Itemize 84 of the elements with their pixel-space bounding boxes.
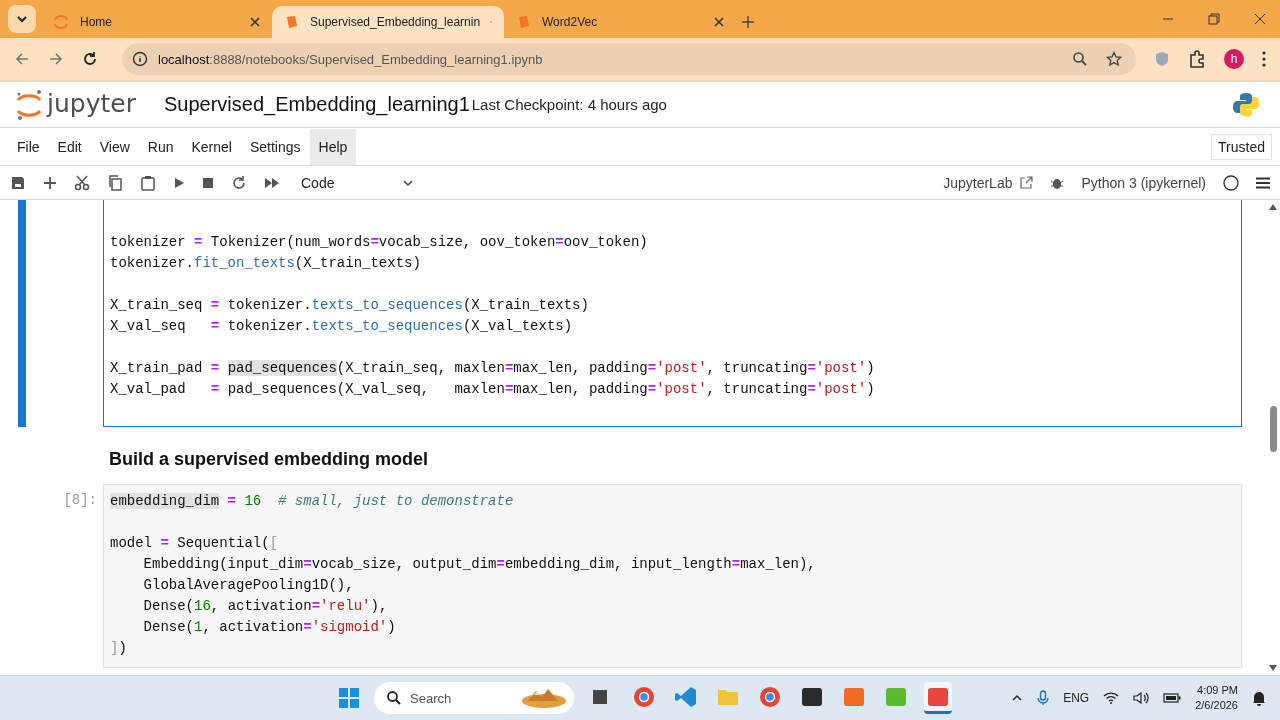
code-line: X_val_seq = tokenizer.texts_to_sequences(X_val_texts) [110,317,574,336]
clock-time[interactable]: 4:09 PM [1197,683,1238,698]
scrollbar-thumb[interactable] [1269,406,1277,452]
tab-list-button[interactable] [8,5,36,33]
jupyterlab-link[interactable]: JupyterLab [943,174,1013,191]
trusted-button[interactable]: Trusted [1211,133,1272,160]
back-icon[interactable] [14,51,30,67]
app-icon [632,684,656,709]
tab-title: Home [80,15,113,29]
zoom-icon[interactable] [1072,51,1088,67]
scroll-down-icon[interactable] [1269,665,1277,671]
menu-item[interactable]: Kernel [182,128,241,165]
code-line: GlobalAveragePooling1D(), [142,576,355,595]
forward-icon[interactable] [48,51,64,67]
notebook-title[interactable]: Supervised_Embedding_learning1 [164,93,470,116]
browser-tab[interactable]: Word2Vec [504,6,736,38]
execution-count: [8]: [63,492,97,508]
menu-item[interactable]: View [90,128,139,165]
restart-icon[interactable] [231,174,247,191]
profile-avatar[interactable]: h [1224,49,1244,69]
restore-icon[interactable] [1208,13,1220,25]
book-icon [516,14,532,30]
menu-item[interactable]: Run [138,128,183,165]
caret-icon [402,178,415,187]
battery-icon[interactable] [1163,692,1182,704]
run-icon[interactable] [173,176,185,189]
menu-icon[interactable] [1256,176,1270,189]
code-line: tokenizer.fit_on_texts(X_train_texts) [110,254,422,273]
paste-icon[interactable] [140,174,156,191]
wifi-icon[interactable] [1103,692,1120,704]
browser-tab[interactable]: Home [40,6,272,38]
menu-item[interactable]: Edit [48,128,91,165]
save-icon[interactable] [10,174,26,191]
add-icon[interactable] [43,175,57,190]
clock-date[interactable]: 2/6/2026 [1195,698,1238,713]
info-icon [132,51,148,67]
volume-icon[interactable] [1133,691,1150,705]
start-icon[interactable] [338,687,360,709]
fast-forward-icon[interactable] [264,176,280,189]
kernel-name[interactable]: Python 3 (ipykernel) [1081,174,1206,191]
external-link-icon[interactable] [1019,175,1034,190]
code-line: X_val_pad = pad_sequences(X_val_seq, maxlen=max_len, padding='post', truncating='post') [110,380,876,399]
stop-icon[interactable] [202,176,214,189]
scroll-up-icon[interactable] [1269,204,1277,210]
copy-icon[interactable] [107,174,123,191]
menu-item[interactable]: File [8,128,49,165]
code-line: X_train_seq = tokenizer.texts_to_sequences(X_train_texts) [110,296,590,315]
code-line: Dense(1, activation='sigmoid') [142,618,397,637]
python-logo [1232,90,1260,119]
code-line: Embedding(input_dim=vocab_size, output_dim=embedding_dim, input_length=max_len), [142,555,817,574]
browser-tab[interactable]: Supervised_Embedding_learnin [272,6,504,38]
app-icon [674,684,698,709]
more-icon[interactable] [1262,51,1266,67]
code-line: X_train_pad = pad_sequences(X_train_seq, maxlen=max_len, padding='post', truncating='post') [110,359,876,378]
code-line: model = Sequential([ [110,534,280,553]
search-icon [386,690,402,706]
tab-title: Word2Vec [542,15,599,29]
bell-icon[interactable] [1252,690,1266,706]
book-icon [284,14,300,30]
jupyter-logo[interactable]: jupyter [14,87,140,122]
extensions-icon[interactable] [1188,50,1206,68]
input-language[interactable]: ENG [1063,691,1090,705]
new-tab-icon[interactable] [742,16,754,28]
code-line: ]) [110,639,128,658]
menu-item[interactable]: Help [309,128,357,165]
microphone-icon[interactable] [1037,690,1050,706]
star-icon[interactable] [1106,51,1122,67]
cell-type-dropdown[interactable]: Code [297,174,419,191]
chevron-up-icon[interactable] [1011,694,1024,702]
code-line: tokenizer = Tokenizer(num_words=vocab_size, oov_token=oov_token) [110,233,649,252]
code-line: Dense(16, activation='relu'), [142,597,389,616]
code-line: embedding_dim = 16 # small, just to demonstrate [110,492,515,511]
section-heading: Build a supervised embedding model [109,449,430,470]
code-editor[interactable] [103,200,1242,427]
menu-item[interactable]: Settings [240,128,310,165]
tab-title: Supervised_Embedding_learnin [310,15,481,29]
address-field[interactable]: localhost:8888/notebooks/Supervised_Embedding_learning1.ipynb [122,43,1136,75]
jupyter-icon [52,13,70,31]
app-icon [758,684,782,709]
search-field[interactable]: Search [374,682,574,714]
reload-icon[interactable] [82,51,98,67]
checkpoint-status: Last Checkpoint: 4 hours ago [471,96,667,113]
caret-icon [16,15,28,23]
cut-icon[interactable] [74,174,90,191]
